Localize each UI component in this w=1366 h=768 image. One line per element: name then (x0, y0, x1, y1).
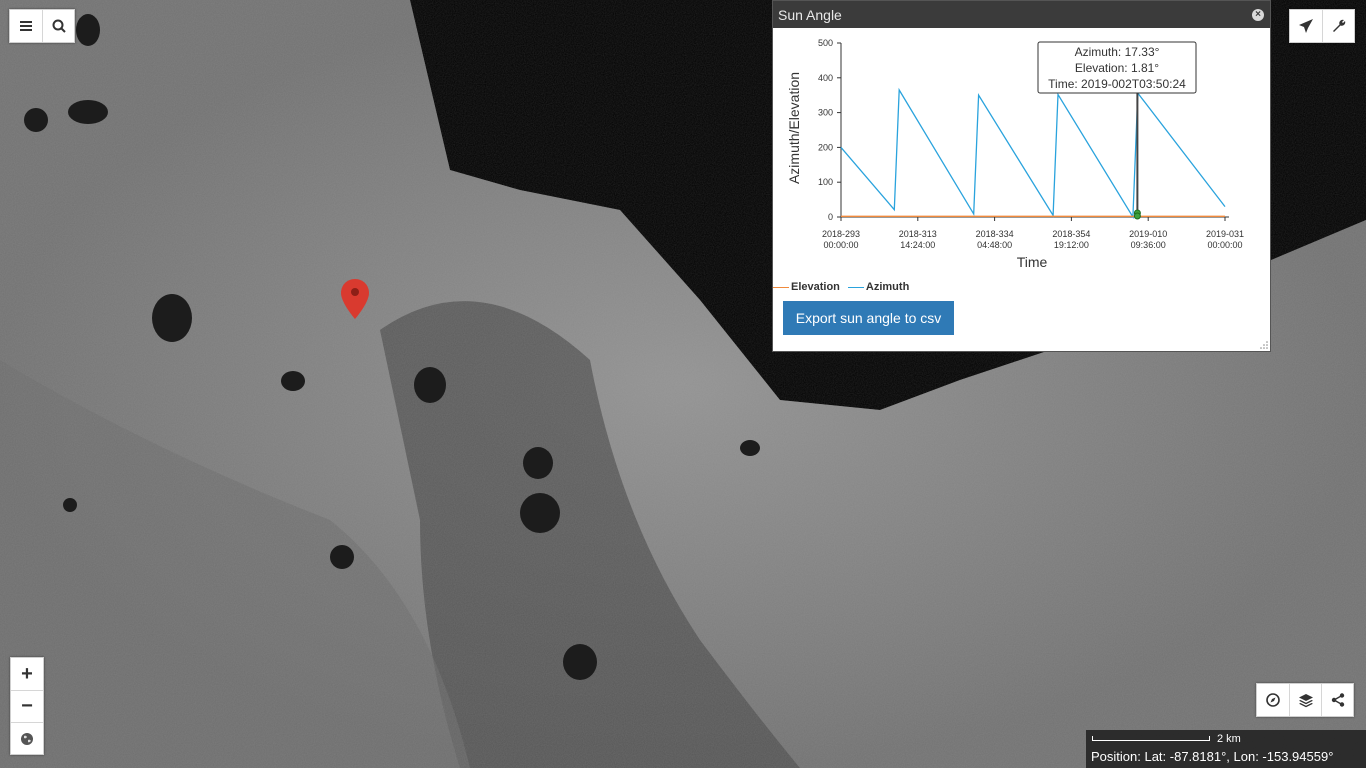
legend-azimuth[interactable]: Azimuth (847, 281, 910, 293)
y-axis: 0 100 200 300 400 500 (818, 38, 842, 222)
sun-angle-chart[interactable]: 0100200300400500 2018-29300:00:002018-31… (773, 28, 1270, 278)
search-icon (52, 19, 66, 33)
legend-azimuth-label: Azimuth (865, 281, 910, 293)
chart-tooltip: Azimuth: 17.33° Elevation: 1.81° Time: 2… (1037, 41, 1197, 94)
tooltip-time: Time: 2019-002T03:50:24 (1048, 77, 1186, 91)
sun-angle-header[interactable]: Sun Angle × (773, 1, 1270, 28)
x-tick-label: 00:00:00 (1207, 240, 1242, 250)
x-tick-label: 00:00:00 (823, 240, 858, 250)
panel-title: Sun Angle (778, 6, 842, 23)
x-tick-label: 2019-031 (1206, 229, 1244, 239)
zoom-in-icon: + (21, 662, 33, 685)
zoom-out-icon: − (21, 695, 33, 717)
sun-angle-panel: Sun Angle × 0 100 200 300 400 500 2018-293 00:… (772, 0, 1271, 352)
y-tick-label: 0 (828, 212, 833, 222)
flight-button[interactable] (1290, 10, 1322, 42)
x-tick-label: 14:24:00 (900, 240, 935, 250)
share-button[interactable] (1321, 684, 1353, 716)
series-layer (840, 87, 1226, 220)
x-tick-label: 2018-293 (822, 229, 860, 239)
zoom-controls: + − (10, 657, 44, 755)
x-tick-label: 19:12:00 (1054, 240, 1089, 250)
globe-icon (21, 732, 33, 745)
status-bar: 2 km Position: Lat: -87.8181°, Lon: -153… (1086, 730, 1366, 768)
x-tick-label: 2018-354 (1052, 229, 1090, 239)
y-tick-label: 200 (818, 142, 833, 152)
x-axis-label: Time (1017, 254, 1048, 270)
x-tick-label: 2018-334 (976, 229, 1014, 239)
globe-button[interactable] (11, 722, 43, 754)
x-axis: 2018-29300:00:002018-31314:24:002018-334… (822, 216, 1244, 250)
export-csv-button[interactable]: Export sun angle to csv (783, 301, 954, 335)
scale-label: 2 km (1217, 733, 1241, 745)
tooltip-elevation: Elevation: 1.81° (1075, 61, 1159, 75)
top-left-toolbar (9, 9, 75, 43)
y-tick-label: 400 (818, 73, 833, 83)
x-tick-label: 2019-010 (1129, 229, 1167, 239)
close-button[interactable]: × (1252, 8, 1264, 21)
resize-grip-icon[interactable] (1260, 341, 1268, 349)
wrench-icon (1332, 19, 1345, 32)
chart-legend: Elevation Azimuth (773, 281, 917, 293)
scale-bar (1092, 736, 1210, 741)
legend-elevation[interactable]: Elevation (773, 281, 840, 293)
zoom-in-button[interactable]: + (11, 658, 43, 690)
legend-elevation-label: Elevation (791, 281, 840, 293)
x-tick-label: 2018-313 (899, 229, 937, 239)
x-tick-label: 04:48:00 (977, 240, 1012, 250)
search-button[interactable] (42, 10, 74, 42)
menu-button[interactable] (10, 10, 42, 42)
layers-icon (1298, 694, 1313, 708)
airplane-icon (1299, 19, 1313, 33)
hover-point-elevation (1133, 212, 1141, 220)
series-azimuth-line (840, 87, 1226, 220)
compass-icon (1266, 693, 1280, 707)
x-tick-label: 09:36:00 (1131, 240, 1166, 250)
y-tick-label: 100 (818, 177, 833, 187)
y-axis-label: Azimuth/Elevation (786, 72, 802, 184)
top-right-toolbar (1289, 9, 1355, 43)
tools-button[interactable] (1322, 10, 1354, 42)
zoom-out-button[interactable]: − (11, 690, 43, 722)
y-tick-label: 300 (818, 108, 833, 118)
compass-button[interactable] (1257, 684, 1289, 716)
menu-icon (20, 21, 32, 31)
legend-azimuth-swatch (847, 286, 864, 288)
y-tick-label: 500 (818, 38, 833, 48)
share-icon (1331, 693, 1344, 707)
tooltip-azimuth: Azimuth: 17.33° (1075, 45, 1160, 59)
layers-button[interactable] (1289, 684, 1321, 716)
map-pin-icon[interactable] (341, 279, 369, 319)
bottom-right-toolbar (1256, 683, 1354, 717)
cursor-position: Position: Lat: -87.8181°, Lon: -153.9455… (1091, 749, 1334, 764)
legend-elevation-swatch (773, 286, 789, 288)
